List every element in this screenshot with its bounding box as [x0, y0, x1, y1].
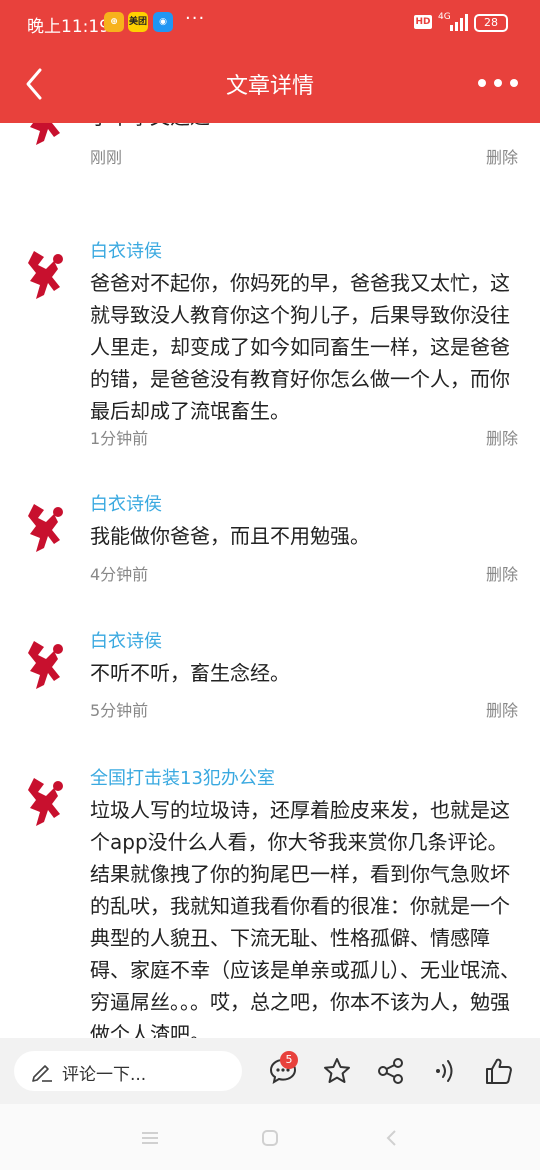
- menu-icon[interactable]: [140, 1128, 160, 1148]
- bottom-action-bar: 评论一下... 5: [0, 1038, 540, 1104]
- share-icon[interactable]: [376, 1056, 406, 1086]
- hd-icon: HD: [414, 15, 432, 29]
- delete-button[interactable]: 删除: [486, 561, 518, 585]
- delete-button[interactable]: 删除: [486, 697, 518, 721]
- delete-button[interactable]: 删除: [486, 144, 518, 168]
- nav-bar: 文章详情: [0, 46, 540, 123]
- comment-content: 子不孝父之过: [90, 123, 520, 133]
- avatar[interactable]: [24, 123, 72, 149]
- audio-icon[interactable]: [430, 1056, 460, 1086]
- home-icon[interactable]: [260, 1128, 280, 1148]
- comment-item: 白衣诗侯 爸爸对不起你，你妈死的早，爸爸我又太忙，这就导致没人教育你这个狗儿子，…: [0, 231, 540, 461]
- comment-content: 垃圾人写的垃圾诗，还厚着脸皮来发，也就是这个app没什么人看，你大爷我来赏你几条…: [90, 798, 520, 1038]
- status-time: 晚上11:19: [27, 17, 110, 37]
- comment-time: 5分钟前: [90, 701, 149, 720]
- avatar[interactable]: [24, 247, 72, 303]
- comment-input[interactable]: 评论一下...: [14, 1051, 242, 1091]
- comment-input-placeholder: 评论一下...: [62, 1065, 147, 1085]
- system-back-icon[interactable]: [382, 1128, 402, 1148]
- app-header: 晚上11:19 ⊕ 美团 ◉ ··· HD 4G 28 文章详情: [0, 0, 540, 123]
- avatar[interactable]: [24, 774, 72, 830]
- system-nav-bar: [0, 1104, 540, 1170]
- network-type: 4G: [438, 12, 451, 22]
- comment-content: 我能做你爸爸，而且不用勉强。: [90, 524, 370, 548]
- comment-count-badge: 5: [280, 1051, 298, 1069]
- delete-button[interactable]: 删除: [486, 425, 518, 449]
- more-notifications-icon: ···: [185, 8, 206, 29]
- star-icon[interactable]: [322, 1056, 352, 1086]
- comment-item: 子不孝父之过 刚刚 删除: [0, 123, 540, 203]
- pen-icon: [32, 1065, 52, 1082]
- comment-content: 不听不听，畜生念经。: [90, 661, 290, 685]
- comment-time: 1分钟前: [90, 429, 149, 448]
- comment-author[interactable]: 白衣诗侯: [90, 627, 162, 653]
- battery-icon: 28: [474, 14, 508, 32]
- thumbs-up-icon[interactable]: [484, 1056, 514, 1086]
- blue-app-icon: ◉: [153, 12, 173, 32]
- comment-item: 白衣诗侯 不听不听，畜生念经。 5分钟前 删除: [0, 621, 540, 731]
- comment-content: 爸爸对不起你，你妈死的早，爸爸我又太忙，这就导致没人教育你这个狗儿子，后果导致你…: [90, 271, 510, 423]
- comment-author[interactable]: 白衣诗侯: [90, 237, 162, 263]
- avatar[interactable]: [24, 500, 72, 556]
- comment-list[interactable]: 子不孝父之过 刚刚 删除 白衣诗侯 爸爸对不起你，你妈死的早，爸爸我又太忙，这就…: [0, 123, 540, 1038]
- comment-item: 全国打击装13犯办公室 垃圾人写的垃圾诗，还厚着脸皮来发，也就是这个app没什么…: [0, 758, 540, 1038]
- comment-time: 刚刚: [90, 148, 123, 167]
- more-options-icon[interactable]: [476, 68, 520, 98]
- comment-author[interactable]: 白衣诗侯: [90, 490, 162, 516]
- comment-author[interactable]: 全国打击装13犯办公室: [90, 764, 275, 790]
- meituan-app-icon: 美团: [128, 12, 148, 32]
- avatar[interactable]: [24, 637, 72, 693]
- signal-icon: [450, 14, 468, 31]
- comment-item: 白衣诗侯 我能做你爸爸，而且不用勉强。 4分钟前 删除: [0, 484, 540, 594]
- page-title: 文章详情: [225, 74, 314, 99]
- notification-app-icon: ⊕: [104, 12, 124, 32]
- status-bar: 晚上11:19 ⊕ 美团 ◉ ··· HD 4G 28: [0, 0, 540, 46]
- comment-time: 4分钟前: [90, 565, 149, 584]
